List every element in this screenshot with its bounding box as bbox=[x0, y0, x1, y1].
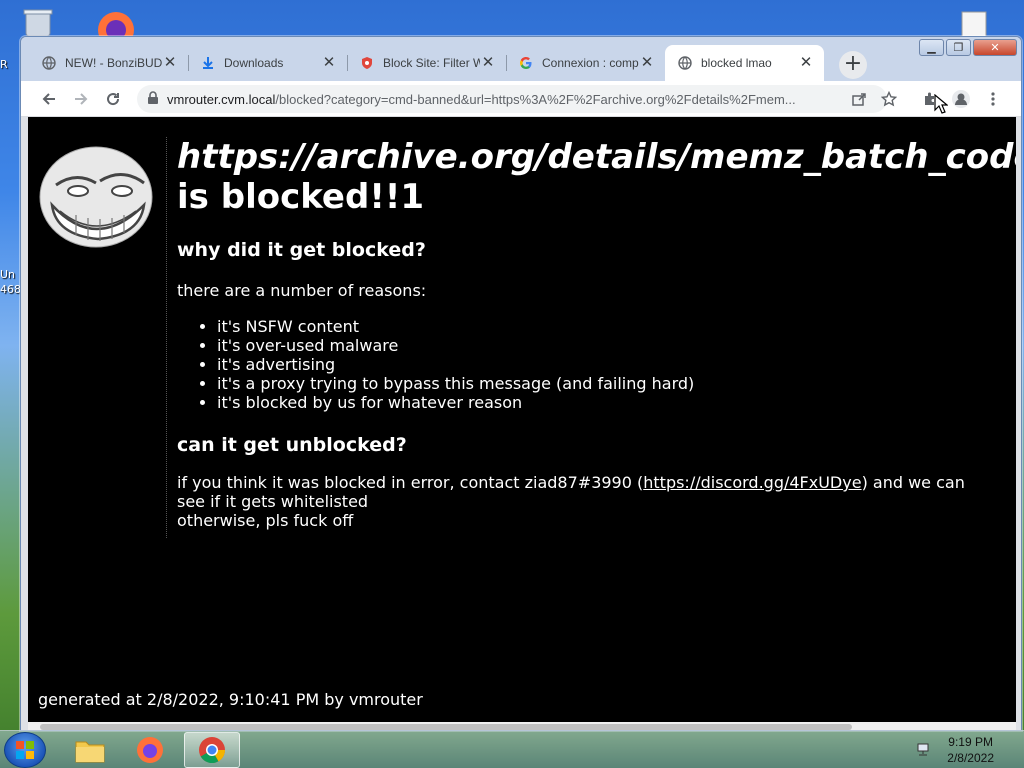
new-tab-button[interactable]: + bbox=[839, 51, 867, 79]
taskbar-firefox[interactable] bbox=[122, 732, 178, 768]
list-item: it's over-used malware bbox=[217, 336, 1016, 355]
firefox-icon bbox=[137, 737, 163, 763]
share-icon bbox=[852, 93, 866, 106]
globe-icon bbox=[677, 55, 693, 71]
tab-title: NEW! - BonziBUDDY bbox=[65, 56, 162, 70]
blocked-message: https://archive.org/details/memz_batch_c… bbox=[166, 137, 1016, 538]
taskbar-explorer[interactable] bbox=[62, 732, 118, 768]
desktop-icon-label: R bbox=[0, 58, 8, 71]
tab-title: Connexion : comp bbox=[542, 56, 639, 70]
desktop-icon-label: Un bbox=[0, 268, 16, 281]
globe-icon bbox=[41, 55, 57, 71]
reload-icon bbox=[107, 93, 120, 106]
chrome-icon bbox=[199, 737, 226, 764]
tab-blocked-lmao[interactable]: blocked lmao ✕ bbox=[665, 45, 824, 81]
star-icon bbox=[881, 91, 897, 107]
list-item: it's blocked by us for whatever reason bbox=[217, 393, 1016, 412]
why-heading: why did it get blocked? bbox=[177, 239, 426, 261]
window-controls: ▁ ❐ ✕ bbox=[919, 39, 1017, 56]
page-title: https://archive.org/details/memz_batch_c… bbox=[177, 137, 1016, 217]
reasons-intro: there are a number of reasons: bbox=[177, 281, 427, 300]
maximize-button[interactable]: ❐ bbox=[946, 39, 971, 56]
tab-close-icon[interactable]: ✕ bbox=[798, 55, 814, 71]
forward-arrow-icon bbox=[75, 93, 88, 105]
tab-close-icon[interactable]: ✕ bbox=[639, 55, 655, 71]
contact-prefix: if you think it was blocked in error, co… bbox=[177, 473, 644, 492]
desktop-icon-label: 468 bbox=[0, 283, 21, 296]
network-icon[interactable] bbox=[916, 741, 932, 761]
windows-logo-icon bbox=[16, 741, 34, 759]
profile-button[interactable] bbox=[949, 87, 973, 111]
tab-downloads[interactable]: Downloads ✕ bbox=[188, 45, 347, 81]
start-button[interactable] bbox=[4, 732, 46, 768]
list-item: it's advertising bbox=[217, 355, 1016, 374]
forward-button[interactable] bbox=[69, 87, 93, 111]
reload-button[interactable] bbox=[101, 87, 125, 111]
tab-title: Downloads bbox=[224, 56, 284, 70]
chrome-window: NEW! - BonziBUDDY ✕ Downloads ✕ Block Si… bbox=[20, 36, 1022, 731]
tab-connexion[interactable]: Connexion : comp ✕ bbox=[506, 45, 665, 81]
tab-close-icon[interactable]: ✕ bbox=[321, 55, 337, 71]
block-site-icon bbox=[359, 55, 375, 71]
url-path: /blocked?category=cmd-banned&url=https%3… bbox=[275, 91, 796, 107]
back-arrow-icon bbox=[42, 93, 55, 105]
folder-icon bbox=[75, 741, 105, 763]
page-content: https://archive.org/details/memz_batch_c… bbox=[28, 117, 1016, 722]
otherwise-text: otherwise, pls fuck off bbox=[177, 511, 354, 530]
google-icon bbox=[518, 55, 534, 71]
url-text: vmrouter.cvm.local/blocked?category=cmd-… bbox=[167, 92, 796, 107]
generated-footer: generated at 2/8/2022, 9:10:41 PM by vmr… bbox=[38, 690, 423, 709]
unblock-heading: can it get unblocked? bbox=[177, 434, 407, 456]
discord-link[interactable]: https://discord.gg/4FxUDye bbox=[643, 473, 861, 492]
kebab-menu-icon bbox=[991, 92, 995, 106]
taskbar: 9:19 PM 2/8/2022 bbox=[0, 730, 1024, 768]
close-window-button[interactable]: ✕ bbox=[973, 39, 1017, 56]
browser-toolbar: vmrouter.cvm.local/blocked?category=cmd-… bbox=[21, 81, 1021, 117]
lock-icon[interactable] bbox=[147, 90, 159, 109]
blocked-url: https://archive.org/details/memz_batch_c… bbox=[177, 137, 1016, 177]
menu-button[interactable] bbox=[981, 87, 1005, 111]
tab-title: blocked lmao bbox=[701, 56, 772, 70]
contact-text: if you think it was blocked in error, co… bbox=[177, 473, 997, 530]
tab-strip: NEW! - BonziBUDDY ✕ Downloads ✕ Block Si… bbox=[29, 45, 824, 81]
taskbar-chrome[interactable] bbox=[184, 732, 240, 768]
minimize-button[interactable]: ▁ bbox=[919, 39, 944, 56]
blocked-statement: is blocked!!1 bbox=[177, 177, 424, 217]
back-button[interactable] bbox=[37, 87, 61, 111]
tab-close-icon[interactable]: ✕ bbox=[162, 55, 178, 71]
list-item: it's NSFW content bbox=[217, 317, 1016, 336]
avatar-icon bbox=[952, 90, 970, 108]
trollface-image bbox=[36, 145, 156, 259]
bookmark-button[interactable] bbox=[877, 87, 901, 111]
list-item: it's a proxy trying to bypass this messa… bbox=[217, 374, 1016, 393]
clock-date: 2/8/2022 bbox=[947, 751, 994, 765]
tab-close-icon[interactable]: ✕ bbox=[480, 55, 496, 71]
mouse-cursor-icon bbox=[934, 93, 949, 118]
tab-title: Block Site: Filter W bbox=[383, 56, 480, 70]
reasons-list: it's NSFW content it's over-used malware… bbox=[217, 317, 1016, 412]
tab-bonzibuddy[interactable]: NEW! - BonziBUDDY ✕ bbox=[29, 45, 188, 81]
share-button[interactable] bbox=[847, 87, 871, 111]
url-host: vmrouter.cvm.local bbox=[167, 91, 276, 107]
address-bar[interactable]: vmrouter.cvm.local/blocked?category=cmd-… bbox=[137, 85, 887, 113]
tab-block-site[interactable]: Block Site: Filter W ✕ bbox=[347, 45, 506, 81]
title-bar: NEW! - BonziBUDDY ✕ Downloads ✕ Block Si… bbox=[21, 37, 1021, 81]
system-clock[interactable]: 9:19 PM 2/8/2022 bbox=[947, 734, 994, 766]
clock-time: 9:19 PM bbox=[948, 735, 993, 749]
download-icon bbox=[200, 55, 216, 71]
